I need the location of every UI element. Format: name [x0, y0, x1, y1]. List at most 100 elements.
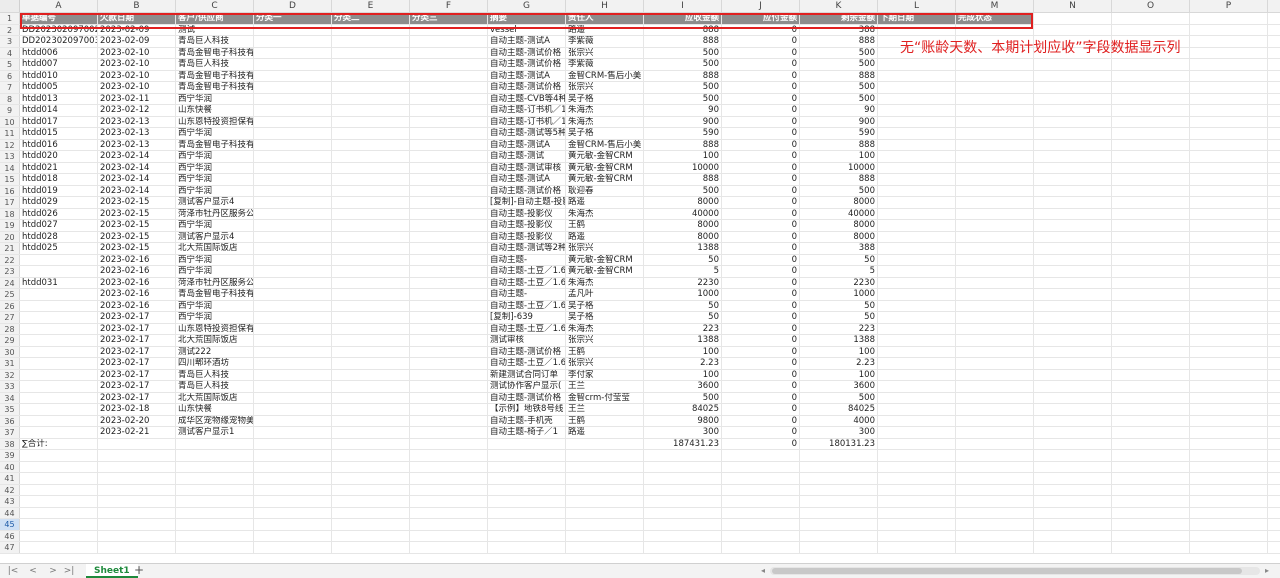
cell-l[interactable]	[878, 542, 956, 553]
cell-n[interactable]	[1034, 507, 1112, 518]
cell-e[interactable]	[332, 461, 410, 472]
row-number[interactable]: 5	[0, 59, 20, 70]
cell-e[interactable]	[332, 93, 410, 104]
cell-g[interactable]	[488, 461, 566, 472]
cell-d[interactable]	[254, 461, 332, 472]
row-number[interactable]: 31	[0, 358, 20, 369]
cell-h[interactable]: 王鹤	[566, 415, 644, 426]
cell-a[interactable]: htdd026	[20, 208, 98, 219]
cell-o[interactable]	[1112, 139, 1190, 150]
cell-n[interactable]	[1034, 438, 1112, 449]
cell-d[interactable]	[254, 369, 332, 380]
cell-f[interactable]	[410, 346, 488, 357]
cell-d[interactable]	[254, 220, 332, 231]
cell-p[interactable]	[1190, 116, 1268, 127]
column-header-e[interactable]: E	[332, 0, 410, 12]
column-header-o[interactable]: O	[1112, 0, 1190, 12]
cell-h[interactable]	[566, 507, 644, 518]
cell-j[interactable]: 0	[722, 128, 800, 139]
cell-m[interactable]	[956, 174, 1034, 185]
cell-j[interactable]	[722, 484, 800, 495]
cell-n[interactable]	[1034, 369, 1112, 380]
cell-m[interactable]	[956, 392, 1034, 403]
cell-m[interactable]	[956, 289, 1034, 300]
cell-j[interactable]: 0	[722, 162, 800, 173]
cell-b[interactable]: 2023-02-12	[98, 105, 176, 116]
cell-h[interactable]: 责任人	[566, 13, 644, 24]
cell-g[interactable]	[488, 450, 566, 461]
cell-d[interactable]	[254, 484, 332, 495]
row-number[interactable]: 9	[0, 105, 20, 116]
column-header-c[interactable]: C	[176, 0, 254, 12]
cell-h[interactable]: 吴子格	[566, 312, 644, 323]
cell-o[interactable]	[1112, 484, 1190, 495]
cell-i[interactable]: 223	[644, 323, 722, 334]
cell-o[interactable]	[1112, 128, 1190, 139]
cell-m[interactable]	[956, 151, 1034, 162]
cell-n[interactable]	[1034, 59, 1112, 70]
cell-d[interactable]	[254, 277, 332, 288]
cell-i[interactable]: 9800	[644, 415, 722, 426]
cell-g[interactable]: 自动主题-投影仪	[488, 231, 566, 242]
cell-c[interactable]: 菏泽市牡丹区服务公	[176, 277, 254, 288]
cell-m[interactable]	[956, 358, 1034, 369]
cell-o[interactable]	[1112, 70, 1190, 81]
cell-l[interactable]	[878, 185, 956, 196]
cell-m[interactable]	[956, 438, 1034, 449]
cell-k[interactable]	[800, 484, 878, 495]
cell-j[interactable]: 0	[722, 404, 800, 415]
cell-c[interactable]: 西宁华润	[176, 128, 254, 139]
column-header-a[interactable]: A	[20, 0, 98, 12]
cell-f[interactable]	[410, 82, 488, 93]
cell-j[interactable]: 0	[722, 277, 800, 288]
cell-i[interactable]	[644, 473, 722, 484]
cell-j[interactable]	[722, 507, 800, 518]
cell-i[interactable]: 84025	[644, 404, 722, 415]
cell-e[interactable]	[332, 105, 410, 116]
cell-a[interactable]: htdd020	[20, 151, 98, 162]
cell-c[interactable]: 西宁华润	[176, 162, 254, 173]
cell-p[interactable]	[1190, 47, 1268, 58]
cell-c[interactable]: 北大荒国际饭店	[176, 335, 254, 346]
cell-g[interactable]: 自动主题-测试价格	[488, 82, 566, 93]
cell-i[interactable]: 500	[644, 59, 722, 70]
cell-l[interactable]	[878, 519, 956, 530]
cell-e[interactable]	[332, 70, 410, 81]
cell-m[interactable]	[956, 185, 1034, 196]
scrollbar-thumb[interactable]	[772, 568, 1242, 574]
row-number[interactable]: 36	[0, 415, 20, 426]
cell-f[interactable]	[410, 105, 488, 116]
cell-p[interactable]	[1190, 70, 1268, 81]
cell-d[interactable]	[254, 243, 332, 254]
cell-a[interactable]	[20, 530, 98, 541]
cell-o[interactable]	[1112, 289, 1190, 300]
cell-d[interactable]	[254, 496, 332, 507]
row-number[interactable]: 20	[0, 231, 20, 242]
cell-l[interactable]	[878, 427, 956, 438]
cell-d[interactable]	[254, 208, 332, 219]
cell-c[interactable]: 北大荒国际饭店	[176, 392, 254, 403]
cell-j[interactable]: 0	[722, 346, 800, 357]
cell-m[interactable]	[956, 70, 1034, 81]
cell-k[interactable]: 8000	[800, 220, 878, 231]
cell-k[interactable]: 8000	[800, 197, 878, 208]
row-number[interactable]: 8	[0, 93, 20, 104]
cell-a[interactable]	[20, 415, 98, 426]
cell-k[interactable]	[800, 530, 878, 541]
cell-f[interactable]	[410, 530, 488, 541]
cell-p[interactable]	[1190, 473, 1268, 484]
cell-d[interactable]	[254, 289, 332, 300]
cell-m[interactable]	[956, 519, 1034, 530]
cell-g[interactable]: 自动主题-	[488, 289, 566, 300]
cell-n[interactable]	[1034, 346, 1112, 357]
cell-m[interactable]	[956, 93, 1034, 104]
cell-b[interactable]: 2023-02-21	[98, 427, 176, 438]
cell-m[interactable]	[956, 82, 1034, 93]
cell-n[interactable]	[1034, 300, 1112, 311]
cell-b[interactable]: 2023-02-17	[98, 358, 176, 369]
cell-k[interactable]: 900	[800, 116, 878, 127]
cell-j[interactable]: 0	[722, 151, 800, 162]
cell-i[interactable]: 40000	[644, 208, 722, 219]
cell-j[interactable]: 0	[722, 82, 800, 93]
cell-n[interactable]	[1034, 24, 1112, 35]
